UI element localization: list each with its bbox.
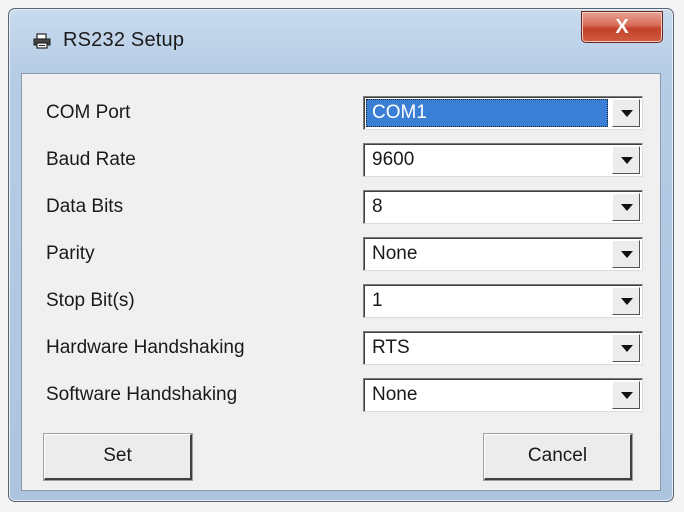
parity-label: Parity <box>46 243 95 264</box>
software-handshaking-label: Software Handshaking <box>46 384 238 405</box>
row-com-port: COM Port COM1 <box>22 94 660 134</box>
baud-rate-value: 9600 <box>372 149 415 170</box>
dialog-body: COM Port COM1 Baud Rate 9600 Data Bits 8… <box>21 73 661 491</box>
hardware-handshaking-value: RTS <box>372 337 410 358</box>
chevron-down-icon[interactable] <box>612 146 640 174</box>
close-button[interactable]: X <box>581 11 663 43</box>
stop-bits-select[interactable]: 1 <box>363 284 643 318</box>
rs232-setup-dialog: RS232 Setup X COM Port COM1 Baud Rate 96… <box>8 8 674 502</box>
com-port-select[interactable]: COM1 <box>363 96 643 130</box>
data-bits-select[interactable]: 8 <box>363 190 643 224</box>
stop-bits-label: Stop Bit(s) <box>46 290 135 311</box>
software-handshaking-value: None <box>372 384 418 405</box>
row-stop-bits: Stop Bit(s) 1 <box>22 282 660 322</box>
software-handshaking-select[interactable]: None <box>363 378 643 412</box>
com-port-value: COM1 <box>366 99 608 127</box>
row-hardware-handshaking: Hardware Handshaking RTS <box>22 329 660 369</box>
data-bits-value: 8 <box>372 196 383 217</box>
row-data-bits: Data Bits 8 <box>22 188 660 228</box>
close-icon: X <box>615 16 629 38</box>
stop-bits-value: 1 <box>372 290 383 311</box>
baud-rate-select[interactable]: 9600 <box>363 143 643 177</box>
chevron-down-icon[interactable] <box>612 381 640 409</box>
parity-value: None <box>372 243 418 264</box>
cancel-button[interactable]: Cancel <box>484 434 632 480</box>
row-software-handshaking: Software Handshaking None <box>22 376 660 416</box>
row-baud-rate: Baud Rate 9600 <box>22 141 660 181</box>
parity-select[interactable]: None <box>363 237 643 271</box>
hardware-handshaking-select[interactable]: RTS <box>363 331 643 365</box>
title-bar[interactable]: RS232 Setup X <box>9 9 673 69</box>
printer-icon <box>33 33 51 49</box>
chevron-down-icon[interactable] <box>612 287 640 315</box>
set-button[interactable]: Set <box>44 434 192 480</box>
chevron-down-icon[interactable] <box>612 334 640 362</box>
chevron-down-icon[interactable] <box>612 99 640 127</box>
data-bits-label: Data Bits <box>46 196 124 217</box>
chevron-down-icon[interactable] <box>612 240 640 268</box>
baud-rate-label: Baud Rate <box>46 149 136 170</box>
row-parity: Parity None <box>22 235 660 275</box>
chevron-down-icon[interactable] <box>612 193 640 221</box>
com-port-label: COM Port <box>46 102 131 123</box>
window-title: RS232 Setup <box>63 29 185 51</box>
hardware-handshaking-label: Hardware Handshaking <box>46 337 245 358</box>
